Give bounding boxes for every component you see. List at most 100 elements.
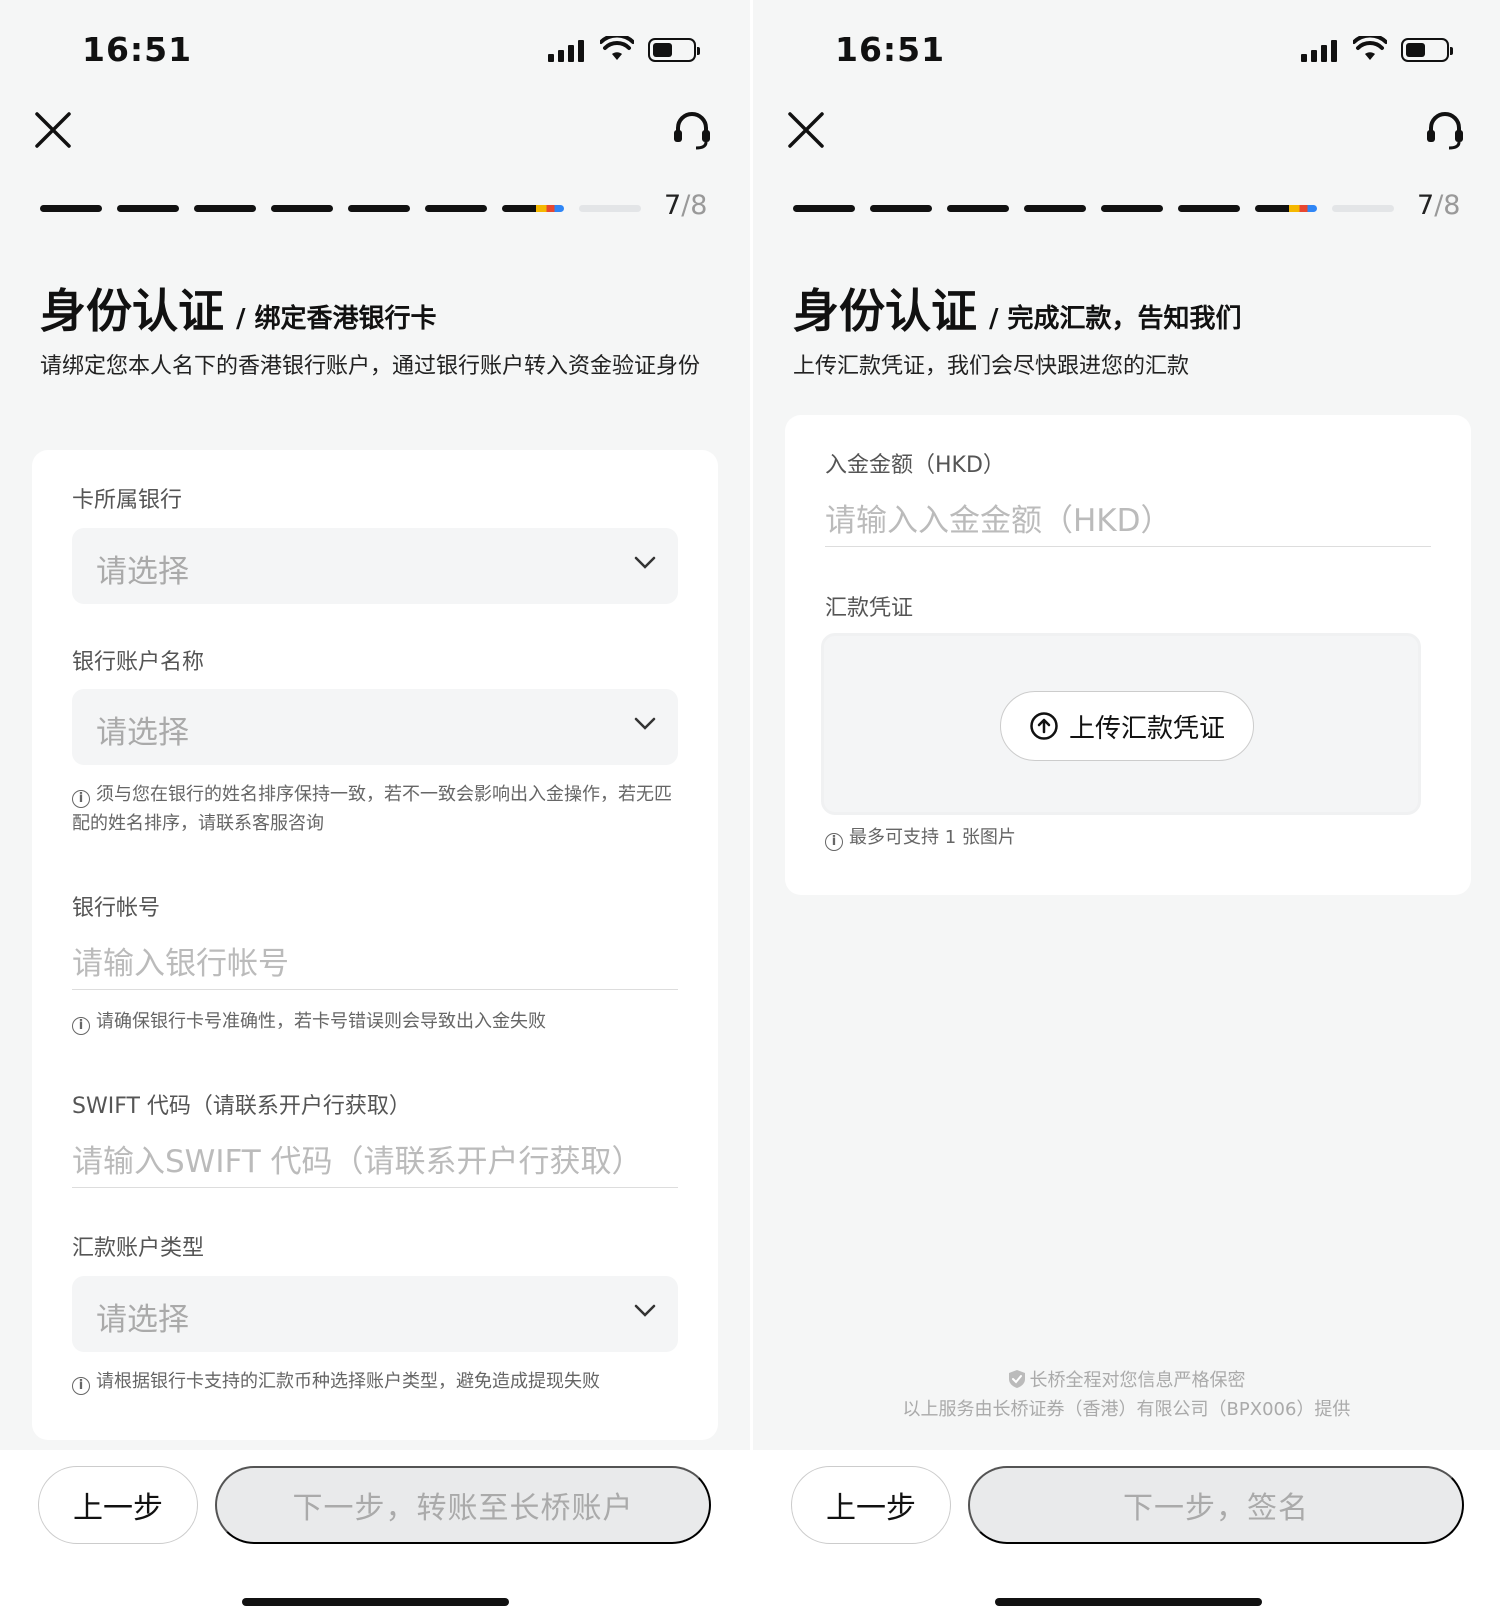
wifi-icon (1353, 36, 1387, 60)
progress-step (793, 205, 855, 212)
progress-step (194, 205, 256, 212)
progress-step (1178, 205, 1240, 212)
prev-step-button[interactable]: 上一步 (38, 1466, 198, 1544)
page-title: 身份认证 / 绑定香港银行卡 (40, 275, 437, 341)
bottom-action-bar: 上一步 下一步，签名 (753, 1450, 1500, 1624)
wifi-icon (600, 36, 634, 60)
account-type-hint: i 请根据银行卡支持的汇款币种选择账户类型，避免造成提现失败 (72, 1367, 682, 1396)
progress-step-current (502, 205, 564, 212)
privacy-notice: 长桥全程对您信息严格保密 (753, 1366, 1500, 1395)
bottom-action-bar: 上一步 下一步，转账至长桥账户 (0, 1450, 750, 1624)
account-type-hint-text: 请根据银行卡支持的汇款币种选择账户类型，避免造成提现失败 (96, 1371, 600, 1392)
signal-icon (548, 38, 584, 62)
close-icon[interactable] (33, 110, 73, 150)
account-type-select[interactable]: 请选择 (72, 1276, 678, 1352)
progress-step-current (1255, 205, 1317, 212)
swift-label: SWIFT 代码（请联系开户行获取） (72, 1094, 411, 1119)
close-icon[interactable] (786, 110, 826, 150)
account-no-label: 银行帐号 (72, 896, 161, 921)
progress-step-todo (1332, 205, 1394, 212)
swift-placeholder: 请输入SWIFT 代码（请联系开户行获取） (72, 1144, 643, 1180)
account-no-hint: i 请确保银行卡号准确性，若卡号错误则会导致出入金失败 (72, 1007, 682, 1036)
upload-proof-button[interactable]: 上传汇款凭证 (1000, 691, 1254, 761)
step-progress (40, 205, 641, 212)
account-no-input[interactable]: 请输入银行帐号 (72, 930, 678, 990)
amount-input[interactable]: 请输入入金金额（HKD） (825, 487, 1431, 547)
bank-form-card: 卡所属银行 请选择 银行账户名称 请选择 i 须与您在银行的姓名排序保持一致，若不… (32, 450, 718, 1440)
info-icon: i (72, 1377, 90, 1395)
progress-step (947, 205, 1009, 212)
provider-notice: 以上服务由长桥证券（香港）有限公司（BPX006）提供 (902, 1399, 1351, 1420)
info-icon: i (72, 1017, 90, 1035)
bind-bank-card-screen: 16:51 7/8 身份认证 / 绑定香港银行卡 请绑定您本人名下的香港银行账户… (0, 0, 750, 1624)
status-time: 16:51 (835, 30, 946, 69)
app-root: 16:51 7/8 身份认证 / 绑定香港银行卡 请绑定您本人名下的香港银行账户… (0, 0, 1500, 1624)
progress-step (40, 205, 102, 212)
progress-step (1024, 205, 1086, 212)
battery-icon (1401, 38, 1453, 62)
progress-counter: 7/8 (1417, 190, 1460, 221)
privacy-line1: 长桥全程对您信息严格保密 (1029, 1370, 1246, 1391)
home-indicator (995, 1598, 1262, 1606)
progress-current: 7 (1417, 190, 1435, 221)
page-subtitle: / 完成汇款，告知我们 (989, 304, 1242, 334)
upload-hint-text: 最多可支持 1 张图片 (849, 827, 1016, 848)
chevron-down-icon (634, 556, 656, 569)
progress-step (271, 205, 333, 212)
progress-step (425, 205, 487, 212)
account-type-label: 汇款账户类型 (72, 1236, 205, 1261)
shield-icon (1008, 1370, 1025, 1388)
page-title-main: 身份认证 (793, 284, 977, 338)
home-indicator (242, 1598, 509, 1606)
account-name-select[interactable]: 请选择 (72, 689, 678, 765)
page-title-main: 身份认证 (40, 284, 224, 338)
progress-step (348, 205, 410, 212)
progress-counter: 7/8 (664, 190, 707, 221)
progress-step (870, 205, 932, 212)
chevron-down-icon (634, 717, 656, 730)
account-no-hint-text: 请确保银行卡号准确性，若卡号错误则会导致出入金失败 (96, 1011, 546, 1032)
status-bar: 16:51 (753, 30, 1500, 70)
upload-proof-label: 上传汇款凭证 (1068, 712, 1225, 743)
account-name-select-placeholder: 请选择 (96, 715, 189, 751)
swift-input[interactable]: 请输入SWIFT 代码（请联系开户行获取） (72, 1128, 678, 1188)
progress-step (1101, 205, 1163, 212)
bank-select-placeholder: 请选择 (96, 554, 189, 590)
account-name-label: 银行账户名称 (72, 650, 205, 675)
signal-icon (1301, 38, 1337, 62)
info-icon: i (72, 790, 90, 808)
upload-area[interactable]: 上传汇款凭证 (821, 633, 1421, 815)
bank-select[interactable]: 请选择 (72, 528, 678, 604)
progress-current: 7 (664, 190, 682, 221)
info-icon: i (825, 833, 843, 851)
status-time: 16:51 (82, 30, 193, 69)
remittance-proof-screen: 16:51 7/8 身份认证 / 完成汇款，告知我们 上传汇款凭证，我们会尽快跟… (750, 0, 1500, 1624)
upload-hint: i 最多可支持 1 张图片 (825, 823, 1435, 852)
next-step-button[interactable]: 下一步，转账至长桥账户 (215, 1466, 711, 1544)
next-step-button[interactable]: 下一步，签名 (968, 1466, 1464, 1544)
remittance-form-card: 入金金额（HKD） 请输入入金金额（HKD） 汇款凭证 上传汇款凭证 i 最多可支… (785, 415, 1471, 895)
status-bar: 16:51 (0, 30, 750, 70)
progress-total: /8 (1434, 190, 1461, 221)
step-progress (793, 205, 1394, 212)
progress-step-todo (579, 205, 641, 212)
amount-label: 入金金额（HKD） (825, 453, 1005, 478)
page-subtitle: / 绑定香港银行卡 (236, 304, 437, 334)
amount-placeholder: 请输入入金金额（HKD） (825, 503, 1172, 539)
progress-step (117, 205, 179, 212)
account-name-hint: i 须与您在银行的姓名排序保持一致，若不一致会影响出入金操作，若无匹配的姓名排序，… (72, 780, 682, 838)
proof-label: 汇款凭证 (825, 596, 914, 621)
progress-total: /8 (681, 190, 708, 221)
account-type-select-placeholder: 请选择 (96, 1302, 189, 1338)
page-description: 上传汇款凭证，我们会尽快跟进您的汇款 (793, 354, 1190, 379)
prev-step-button[interactable]: 上一步 (791, 1466, 951, 1544)
headset-icon[interactable] (1425, 108, 1465, 150)
account-no-placeholder: 请输入银行帐号 (72, 946, 289, 982)
page-description: 请绑定您本人名下的香港银行账户，通过银行账户转入资金验证身份 (40, 354, 701, 379)
account-name-hint-text: 须与您在银行的姓名排序保持一致，若不一致会影响出入金操作，若无匹配的姓名排序，请… (72, 784, 672, 834)
upload-icon (1030, 712, 1058, 740)
chevron-down-icon (634, 1304, 656, 1317)
headset-icon[interactable] (672, 108, 712, 150)
bank-label: 卡所属银行 (72, 488, 183, 513)
page-title: 身份认证 / 完成汇款，告知我们 (793, 275, 1242, 341)
